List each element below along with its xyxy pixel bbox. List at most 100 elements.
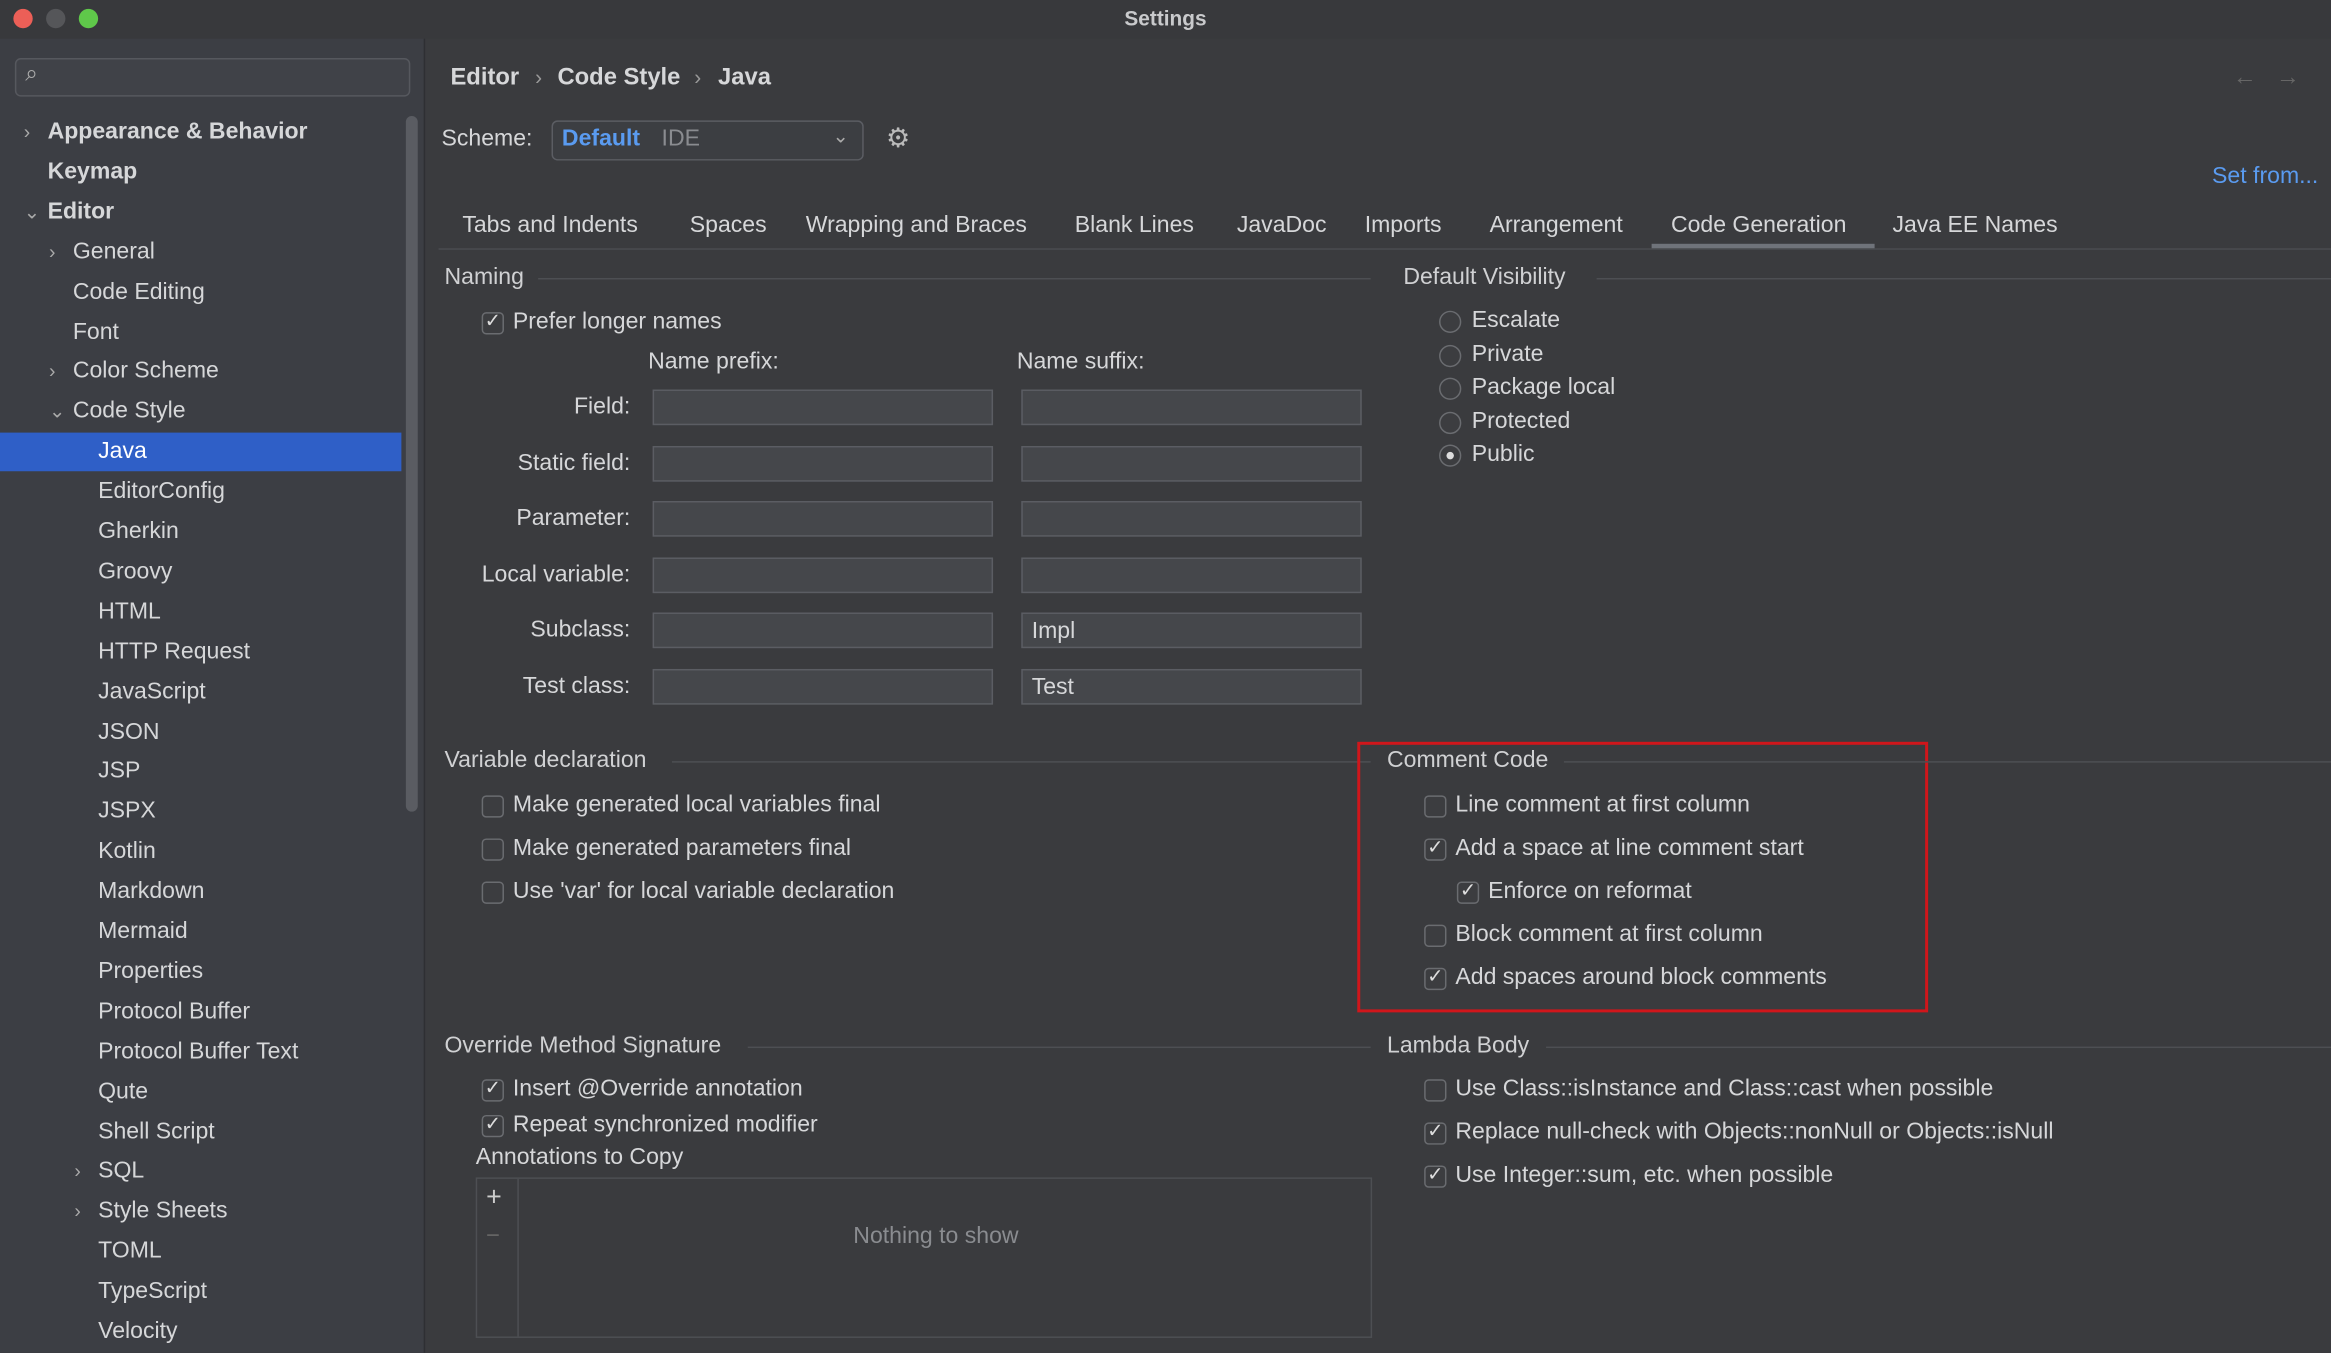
sidebar-item-label: Markdown xyxy=(98,878,205,904)
local-variable-suffix-input[interactable] xyxy=(1021,557,1362,593)
use-var-for-local-variable-declaration-checkbox[interactable] xyxy=(481,881,504,904)
tab-tabs-and-indents[interactable]: Tabs and Indents xyxy=(462,213,638,240)
sidebar-item-jsp[interactable]: JSP xyxy=(0,753,401,792)
tab-code-generation[interactable]: Code Generation xyxy=(1671,213,1847,240)
tab-arrangement[interactable]: Arrangement xyxy=(1490,213,1623,240)
sidebar-item-general[interactable]: › General xyxy=(0,233,401,272)
title-bar: Settings xyxy=(0,0,2331,39)
sidebar-item-groovy[interactable]: Groovy xyxy=(0,553,401,592)
test-class-prefix-input[interactable] xyxy=(652,668,994,705)
static-field-suffix-input[interactable] xyxy=(1021,445,1362,482)
tab-wrapping-and-braces[interactable]: Wrapping and Braces xyxy=(806,213,1027,240)
subclass-prefix-input[interactable] xyxy=(652,613,994,649)
sidebar-item-code-editing[interactable]: Code Editing xyxy=(0,273,401,312)
annotations-list[interactable]: + − Nothing to show xyxy=(475,1177,1373,1338)
insert-override-annotation-checkbox[interactable] xyxy=(481,1076,504,1102)
sidebar-item-keymap[interactable]: Keymap xyxy=(0,153,401,192)
radio-escalate[interactable] xyxy=(1439,310,1462,333)
settings-search-input[interactable]: ⌕ xyxy=(14,57,411,97)
sidebar-item-editor[interactable]: ⌄ Editor xyxy=(0,193,401,232)
sidebar-item-appearance-behavior[interactable]: › Appearance & Behavior xyxy=(0,113,401,152)
test-class-suffix-input[interactable]: Test xyxy=(1021,668,1362,705)
sidebar-item-java[interactable]: Java xyxy=(0,432,402,472)
sidebar-item-editorconfig[interactable]: EditorConfig xyxy=(0,473,401,512)
chevron-right-icon[interactable]: › xyxy=(24,113,30,152)
field-prefix-input[interactable] xyxy=(652,389,994,426)
sidebar-item-mermaid[interactable]: Mermaid xyxy=(0,913,401,952)
radio-private[interactable] xyxy=(1439,344,1462,367)
sidebar-item-velocity[interactable]: Velocity xyxy=(0,1313,401,1352)
sidebar-item-toml[interactable]: TOML xyxy=(0,1233,401,1272)
sidebar-item-jspx[interactable]: JSPX xyxy=(0,793,401,832)
sidebar-item-label: TypeScript xyxy=(98,1278,207,1304)
radio-package-local[interactable] xyxy=(1439,377,1462,401)
repeat-synchronized-modifier-checkbox[interactable] xyxy=(481,1112,504,1138)
sidebar-item-protocol-buffer[interactable]: Protocol Buffer xyxy=(0,993,401,1032)
sidebar-item-font[interactable]: Font xyxy=(0,313,401,352)
sidebar-item-sql[interactable]: › SQL xyxy=(0,1153,401,1192)
parameter-suffix-input[interactable] xyxy=(1021,501,1362,537)
block-comment-at-first-column-checkbox[interactable] xyxy=(1424,924,1447,947)
sidebar-item-label: Properties xyxy=(98,958,204,984)
subclass-suffix-input[interactable]: Impl xyxy=(1021,613,1362,649)
sidebar-item-style-sheets[interactable]: › Style Sheets xyxy=(0,1193,401,1232)
remove-icon[interactable]: − xyxy=(486,1223,500,1250)
radio-protected[interactable] xyxy=(1439,411,1462,434)
tab-imports[interactable]: Imports xyxy=(1365,213,1442,240)
replace-null-check-with-objects-nonnull-or-objects-isnull-checkbox[interactable] xyxy=(1424,1119,1447,1145)
enforce-on-reformat-checkbox[interactable] xyxy=(1456,879,1480,904)
add-icon[interactable]: + xyxy=(486,1182,502,1213)
chevron-right-icon[interactable]: › xyxy=(74,1193,80,1232)
chevron-right-icon[interactable]: › xyxy=(74,1153,80,1192)
sidebar-item-color-scheme[interactable]: › Color Scheme xyxy=(0,353,401,392)
parameter-prefix-input[interactable] xyxy=(652,501,994,537)
set-from-link[interactable]: Set from... xyxy=(2212,164,2318,191)
chevron-down-icon[interactable]: ⌄ xyxy=(24,193,40,232)
field-suffix-input[interactable] xyxy=(1021,389,1362,426)
use-class-isinstance-and-class-cast-when-possible-checkbox[interactable] xyxy=(1424,1079,1447,1102)
tab-javadoc[interactable]: JavaDoc xyxy=(1237,213,1327,240)
divider xyxy=(1596,277,2331,280)
sidebar-item-gherkin[interactable]: Gherkin xyxy=(0,513,401,552)
sidebar-item-label: JSP xyxy=(98,758,141,785)
add-spaces-around-block-comments-checkbox[interactable] xyxy=(1424,965,1447,991)
sidebar-item-kotlin[interactable]: Kotlin xyxy=(0,833,401,872)
tab-java-ee-names[interactable]: Java EE Names xyxy=(1892,213,2057,240)
add-a-space-at-line-comment-start-checkbox[interactable] xyxy=(1424,835,1447,861)
make-generated-local-variables-final-checkbox[interactable] xyxy=(481,795,504,818)
sidebar-item-properties[interactable]: Properties xyxy=(0,953,401,992)
sidebar-item-html[interactable]: HTML xyxy=(0,593,401,632)
sidebar-scrollbar[interactable] xyxy=(405,115,418,812)
tab-spaces[interactable]: Spaces xyxy=(690,213,767,240)
local-variable-prefix-input[interactable] xyxy=(652,557,994,593)
chevron-down-icon[interactable]: ⌄ xyxy=(49,393,65,432)
prefer-longer-names-checkbox[interactable] xyxy=(481,309,504,335)
scheme-dropdown[interactable]: Default IDE ⌄ xyxy=(551,120,864,161)
breadcrumb-code-style[interactable]: Code Style xyxy=(557,65,680,92)
sidebar-item-shell-script[interactable]: Shell Script xyxy=(0,1113,401,1152)
sidebar-item-typescript[interactable]: TypeScript xyxy=(0,1273,401,1312)
tab-blank-lines[interactable]: Blank Lines xyxy=(1075,213,1194,240)
make-generated-parameters-final-checkbox[interactable] xyxy=(481,838,504,861)
radio-public[interactable] xyxy=(1439,445,1462,468)
sidebar-item-label: HTTP Request xyxy=(98,638,251,665)
gear-icon[interactable]: ⚙ xyxy=(886,123,910,154)
sidebar-item-qute[interactable]: Qute xyxy=(0,1073,401,1112)
use-class-isinstance-and-class-cast-when-possible-label: Use Class::isInstance and Class::cast wh… xyxy=(1455,1076,1994,1102)
sidebar-item-code-style[interactable]: ⌄ Code Style xyxy=(0,393,401,432)
chevron-right-icon[interactable]: › xyxy=(49,353,55,392)
chevron-right-icon[interactable]: › xyxy=(49,233,55,272)
sidebar-item-protocol-buffer-text[interactable]: Protocol Buffer Text xyxy=(0,1033,401,1072)
use-integer-sum-etc-when-possible-checkbox[interactable] xyxy=(1424,1163,1447,1188)
line-comment-at-first-column-checkbox[interactable] xyxy=(1424,795,1447,818)
sidebar-item-json[interactable]: JSON xyxy=(0,713,401,752)
sidebar-item-http-request[interactable]: HTTP Request xyxy=(0,633,401,672)
forward-arrow-icon[interactable]: → xyxy=(2276,65,2300,92)
static-field-prefix-input[interactable] xyxy=(652,445,994,482)
back-arrow-icon[interactable]: ← xyxy=(2233,65,2257,92)
use-var-for-local-variable-declaration-label: Use 'var' for local variable declaration xyxy=(512,878,895,904)
sidebar-item-markdown[interactable]: Markdown xyxy=(0,873,401,912)
breadcrumb-editor[interactable]: Editor xyxy=(450,65,519,92)
static-field-label: Static field: xyxy=(517,449,631,476)
sidebar-item-javascript[interactable]: JavaScript xyxy=(0,673,401,712)
